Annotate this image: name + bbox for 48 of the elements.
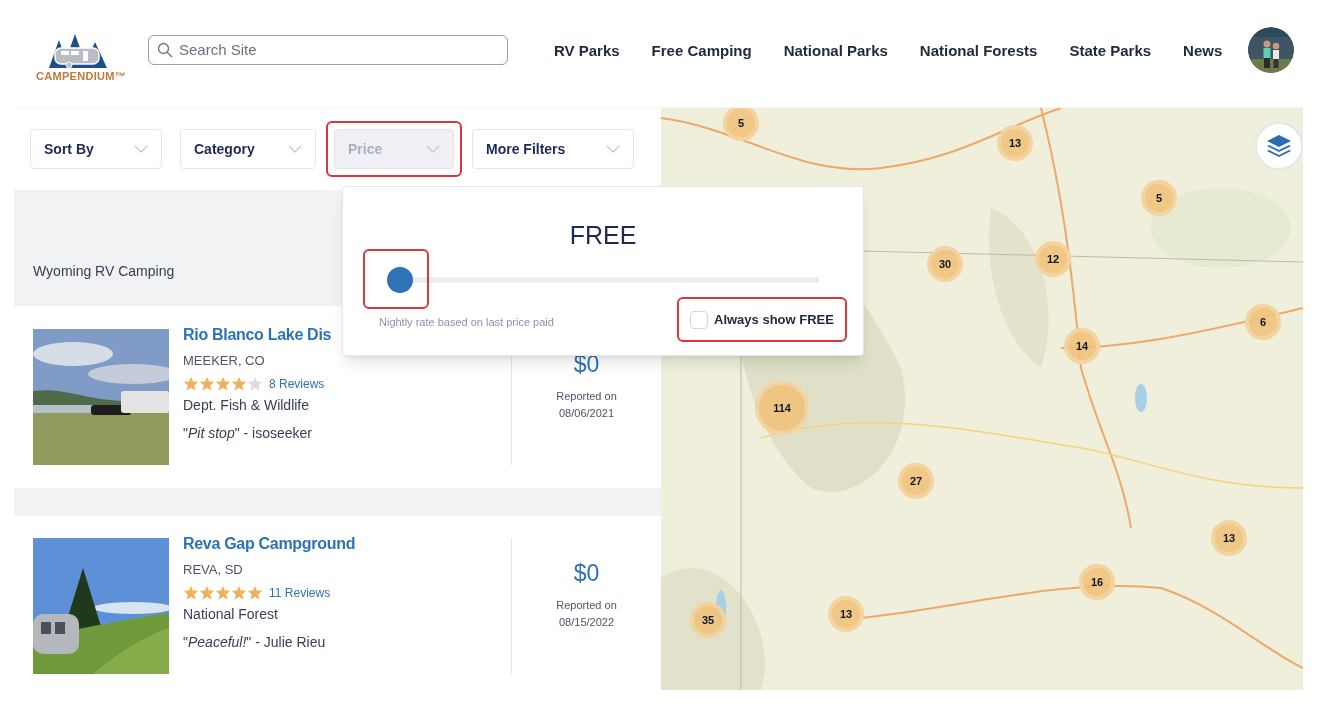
star-icon: [231, 376, 247, 391]
chevron-down-icon: [606, 145, 620, 153]
star-icon: [215, 376, 231, 391]
filter-dropdown[interactable]: Category: [180, 129, 316, 169]
highlight-frame: [363, 249, 429, 309]
layers-icon: [1266, 134, 1292, 158]
logo-text: CAMPENDIUM™: [36, 70, 126, 82]
listing-title[interactable]: Reva Gap Campground: [183, 532, 511, 556]
nav-link[interactable]: National Parks: [783, 40, 888, 63]
checkbox[interactable]: [690, 310, 708, 329]
star-icon: [231, 585, 247, 600]
filter-dropdown[interactable]: Sort By: [30, 129, 162, 169]
review-quote: "Pit stop" - isoseeker: [183, 423, 313, 443]
review-quote: "Peaceful!" - Julie Rieu: [183, 632, 327, 652]
nav-link[interactable]: News: [1183, 40, 1223, 63]
chevron-down-icon: [134, 145, 148, 153]
price-text: $0: [573, 559, 600, 588]
chevron-down-icon: [426, 145, 440, 153]
reported-label: Reported on: [556, 388, 617, 404]
listing-category: National Forest: [183, 604, 279, 624]
star-icon: [215, 585, 231, 600]
nav-link[interactable]: Free Camping: [651, 40, 752, 63]
star-icon: [247, 376, 263, 391]
nav-link[interactable]: State Parks: [1069, 40, 1152, 63]
price-heading: FREE: [568, 220, 638, 251]
slider-caption: Nightly rate based on last price paid: [379, 315, 554, 330]
star-icon: [247, 585, 263, 600]
search-field[interactable]: Search Site: [148, 34, 508, 65]
filter-dropdown[interactable]: More Filters: [472, 129, 634, 169]
banner-title: Wyoming RV Camping: [33, 262, 175, 281]
star-icon: [199, 376, 215, 391]
listing-category: Dept. Fish & Wildlife: [183, 395, 311, 415]
search-icon: [157, 41, 173, 58]
star-icon: [199, 585, 215, 600]
listing-location: MEEKER, CO: [183, 352, 266, 370]
nav-link[interactable]: RV Parks: [554, 40, 620, 63]
reported-date: 08/15/2022: [558, 615, 615, 630]
star-icon: [183, 376, 199, 391]
nav-link[interactable]: National Forests: [919, 40, 1038, 63]
listing-location: REVA, SD: [183, 561, 244, 579]
checkbox-label: Always show FREE: [714, 310, 834, 329]
slider-thumb[interactable]: [387, 267, 413, 293]
reported-label: Reported on: [556, 597, 617, 613]
reviews-link[interactable]: 11 Reviews: [269, 583, 331, 602]
chevron-down-icon: [288, 145, 302, 153]
star-icon: [183, 585, 199, 600]
reviews-link[interactable]: 8 Reviews: [269, 374, 325, 393]
reported-date: 08/06/2021: [558, 406, 615, 421]
